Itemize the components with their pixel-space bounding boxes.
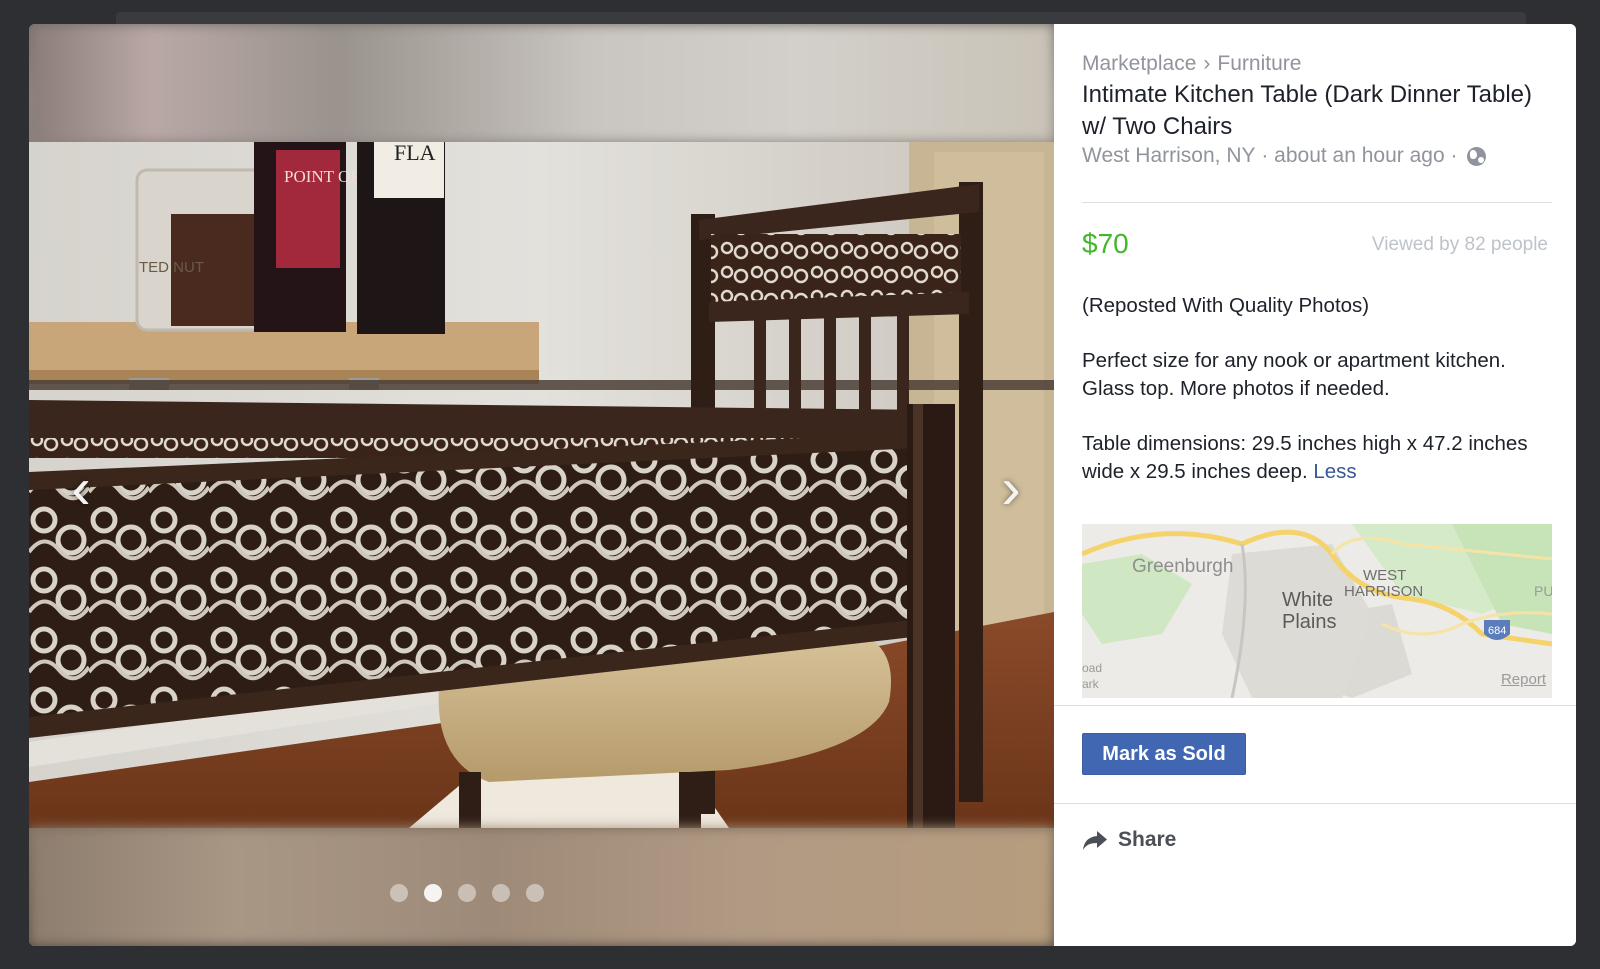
map-label-west: WEST <box>1363 567 1406 584</box>
listing-modal: TED NUT POINT ORMO FLA ‹ › Marketplace ›… <box>29 24 1576 946</box>
listing-location[interactable]: West Harrison, NY <box>1082 144 1256 168</box>
photo-dot-4[interactable] <box>491 884 510 902</box>
photo-viewer: TED NUT POINT ORMO FLA ‹ › <box>29 24 1054 946</box>
location-map[interactable]: 684 Greenburgh White Plains WEST HARRISO… <box>1082 524 1552 698</box>
listing-time: about an hour ago <box>1274 144 1445 167</box>
description-paragraph-2: Perfect size for any nook or apartment k… <box>1082 349 1506 400</box>
listing-meta: West Harrison, NY · about an hour ago · <box>1082 144 1487 168</box>
listing-photo-image: TED NUT POINT ORMO FLA <box>29 142 1054 828</box>
divider <box>1054 803 1576 804</box>
candle-label: TED NUT <box>139 259 204 276</box>
bottle-2-label: FLA <box>394 142 436 165</box>
breadcrumb-furniture[interactable]: Furniture <box>1217 52 1301 75</box>
map-label-ark: ark <box>1082 677 1100 691</box>
listing-title: Intimate Kitchen Table (Dark Dinner Tabl… <box>1082 81 1532 140</box>
listing-price: $70 <box>1082 228 1129 259</box>
map-label-oad: oad <box>1082 661 1102 675</box>
map-report-link[interactable]: Report <box>1501 671 1546 688</box>
photo-dot-1[interactable] <box>389 884 408 902</box>
divider <box>1082 202 1552 203</box>
share-arrow-icon <box>1083 831 1107 850</box>
meta-separator: · <box>1444 144 1464 167</box>
breadcrumb: Marketplace › Furniture <box>1082 52 1301 76</box>
map-label-harrison: HARRISON <box>1344 583 1423 600</box>
less-link[interactable]: Less <box>1313 460 1356 483</box>
photo-dot-2[interactable] <box>423 884 442 902</box>
photo-pagination <box>29 884 1054 902</box>
map-label-plains: Plains <box>1282 611 1336 633</box>
description-paragraph-1: (Reposted With Quality Photos) <box>1082 294 1370 317</box>
view-count: Viewed by 82 people <box>1371 234 1548 255</box>
chevron-left-icon[interactable]: ‹ <box>59 454 103 524</box>
description-paragraph-3: Table dimensions: 29.5 inches high x 47.… <box>1082 430 1552 486</box>
share-button[interactable]: Share <box>1082 828 1176 852</box>
meta-separator: · <box>1255 144 1275 167</box>
chevron-right-icon[interactable]: › <box>989 454 1033 524</box>
map-graphic: 684 Greenburgh White Plains WEST HARRISO… <box>1082 524 1552 698</box>
listing-photo: TED NUT POINT ORMO FLA <box>29 142 1054 828</box>
description-paragraph-3-text: Table dimensions: 29.5 inches high x 47.… <box>1082 432 1528 483</box>
breadcrumb-marketplace[interactable]: Marketplace <box>1082 52 1196 75</box>
photo-dot-3[interactable] <box>457 884 476 902</box>
mark-as-sold-button[interactable]: Mark as Sold <box>1082 733 1246 775</box>
listing-details: Marketplace › Furniture Intimate Kitchen T… <box>1054 24 1576 946</box>
photo-dot-5[interactable] <box>525 884 544 902</box>
map-route-number: 684 <box>1488 625 1506 637</box>
globe-icon <box>1467 146 1487 166</box>
breadcrumb-separator: › <box>1203 52 1211 75</box>
share-label: Share <box>1118 828 1177 851</box>
map-label-pu: PU <box>1534 583 1552 599</box>
map-label-white: White <box>1282 589 1333 611</box>
listing-description: (Reposted With Quality Photos) Perfect s… <box>1082 292 1552 513</box>
divider <box>1054 705 1576 706</box>
backdrop-strip <box>116 12 1526 24</box>
map-label-greenburgh: Greenburgh <box>1132 556 1233 577</box>
photo-blur-top <box>29 24 1054 142</box>
